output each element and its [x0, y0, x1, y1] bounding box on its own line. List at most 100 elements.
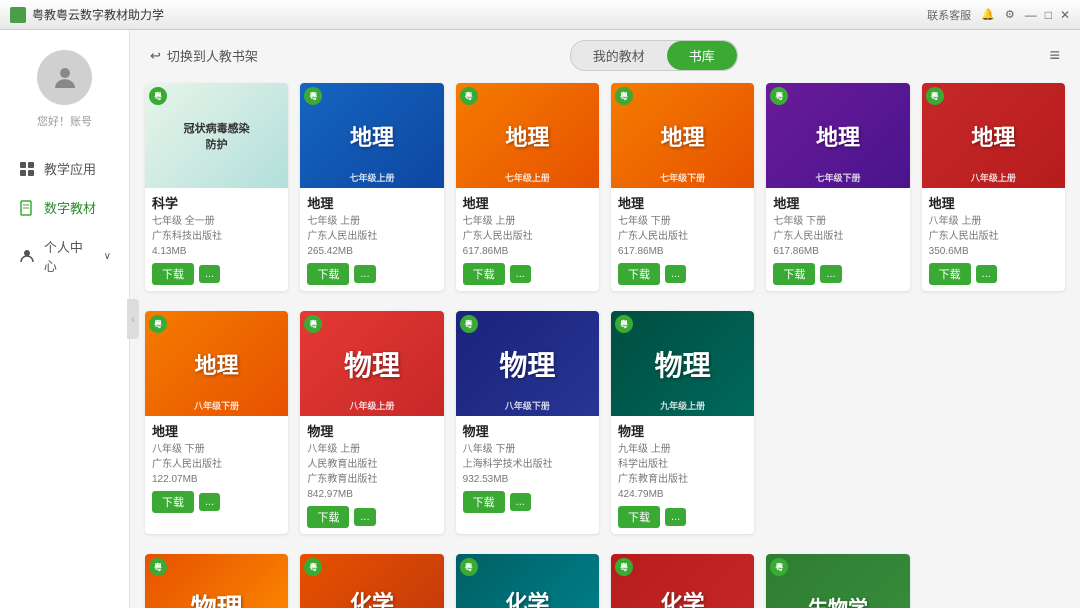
- tab-my-textbooks[interactable]: 我的教材: [571, 41, 667, 70]
- cover-badge: 粤: [926, 87, 944, 105]
- books-grid-row1: 冠状病毒感染防护 粤 科学 七年级 全一册 广东科技出版社 4.13MB 下载 …: [145, 83, 1065, 301]
- username: 您好！账号: [37, 113, 92, 129]
- collapse-handle[interactable]: ‹: [127, 299, 139, 339]
- more-button[interactable]: ...: [510, 265, 531, 283]
- book-actions: 下载 ...: [152, 263, 281, 285]
- minimize-button[interactable]: —: [1025, 8, 1037, 22]
- more-button[interactable]: ...: [199, 265, 220, 283]
- download-button[interactable]: 下载: [773, 263, 815, 285]
- book-title: 物理: [463, 421, 592, 440]
- more-button[interactable]: ...: [354, 508, 375, 526]
- books-grid-row2: 粤 地理 八年级下册 地理 八年级 下册 广东人民出版社 122.07MB 下载…: [145, 311, 1065, 544]
- book-title: 地理: [307, 193, 436, 212]
- book-title: 物理: [618, 421, 747, 440]
- contact-service[interactable]: 联系客服: [927, 7, 971, 23]
- download-button[interactable]: 下载: [307, 263, 349, 285]
- sidebar-menu: 教学应用 数字教材: [0, 149, 129, 285]
- more-button[interactable]: ...: [820, 265, 841, 283]
- download-button[interactable]: 下载: [463, 491, 505, 513]
- book-title: 地理: [773, 193, 902, 212]
- book-icon: [18, 199, 36, 217]
- cover-badge: 粤: [615, 315, 633, 333]
- cover-badge: 粤: [615, 87, 633, 105]
- book-meta: 八年级 上册 广东人民出版社 350.6MB: [929, 214, 1058, 259]
- download-button[interactable]: 下载: [152, 491, 194, 513]
- book-card: 粤 地理 七年级下册 地理 七年级 下册 广东人民出版社 617.86MB 下载…: [766, 83, 909, 291]
- book-meta: 八年级 下册 上海科学技术出版社 932.53MB: [463, 442, 592, 487]
- book-meta: 八年级 上册 人民教育出版社广东教育出版社 842.97MB: [307, 442, 436, 502]
- sidebar-item-digital[interactable]: 数字教材: [0, 188, 129, 227]
- download-button[interactable]: 下载: [618, 506, 660, 528]
- sidebar-item-teaching[interactable]: 教学应用: [0, 149, 129, 188]
- book-card: 粤 化学 HUAXUE 化学 九年级 上册 科学出版社广东教育出版社 2996.…: [456, 554, 599, 608]
- book-meta: 七年级 上册 广东人民出版社 265.42MB: [307, 214, 436, 259]
- more-button[interactable]: ...: [976, 265, 997, 283]
- book-actions: 下载 ...: [307, 263, 436, 285]
- grid-icon: [18, 160, 36, 178]
- back-icon: ↩: [150, 48, 161, 64]
- back-label: 切换到人教书架: [167, 46, 258, 65]
- book-actions: 下载 ...: [618, 506, 747, 528]
- sidebar-item-digital-label: 数字教材: [44, 198, 96, 217]
- more-button[interactable]: ...: [354, 265, 375, 283]
- cover-badge: 粤: [460, 87, 478, 105]
- sidebar-item-profile-label: 个人中心: [44, 237, 96, 275]
- book-info: 地理 七年级 上册 广东人民出版社 265.42MB 下载 ...: [300, 188, 443, 291]
- download-button[interactable]: 下载: [152, 263, 194, 285]
- book-title: 科学: [152, 193, 281, 212]
- book-card: 粤 地理 八年级下册 地理 八年级 下册 广东人民出版社 122.07MB 下载…: [145, 311, 288, 534]
- book-actions: 下载 ...: [463, 491, 592, 513]
- more-button[interactable]: ...: [665, 508, 686, 526]
- book-meta: 七年级 全一册 广东科技出版社 4.13MB: [152, 214, 281, 259]
- cover-badge: 粤: [304, 558, 322, 576]
- sidebar-item-profile[interactable]: 个人中心 ∨: [0, 227, 129, 285]
- book-title: 地理: [618, 193, 747, 212]
- more-button[interactable]: ...: [199, 493, 220, 511]
- book-card: 粤 地理 七年级上册 地理 七年级 上册 广东人民出版社 617.86MB 下载…: [456, 83, 599, 291]
- download-button[interactable]: 下载: [463, 263, 505, 285]
- top-bar: ↩ 切换到人教书架 我的教材 书库 ≡: [145, 40, 1065, 71]
- book-card: 粤 地理 七年级下册 地理 七年级 下册 广东人民出版社 617.86MB 下载…: [611, 83, 754, 291]
- book-card: 粤 生物学 生物 七年级 上册 北京师范大学出版社 1396.15MB 下载 .…: [766, 554, 909, 608]
- title-bar: 粤教粤云数字教材助力学 联系客服 🔔 ⚙ — □ ✕: [0, 0, 1080, 30]
- cover-badge: 粤: [149, 315, 167, 333]
- settings-icon[interactable]: ⚙: [1005, 8, 1015, 21]
- book-info: 地理 七年级 上册 广东人民出版社 617.86MB 下载 ...: [456, 188, 599, 291]
- cover-badge: 粤: [770, 87, 788, 105]
- notification-icon[interactable]: 🔔: [981, 8, 995, 21]
- content-area: ↩ 切换到人教书架 我的教材 书库 ≡ 冠状病毒感染防护: [130, 30, 1080, 608]
- book-meta: 七年级 下册 广东人民出版社 617.86MB: [618, 214, 747, 259]
- book-info: 科学 七年级 全一册 广东科技出版社 4.13MB 下载 ...: [145, 188, 288, 291]
- book-card: 粤 物理 八年级上册 物理 八年级 上册 人民教育出版社广东教育出版社 842.…: [300, 311, 443, 534]
- download-button[interactable]: 下载: [618, 263, 660, 285]
- book-meta: 七年级 下册 广东人民出版社 617.86MB: [773, 214, 902, 259]
- book-info: 地理 七年级 下册 广东人民出版社 617.86MB 下载 ...: [766, 188, 909, 291]
- cover-badge: 粤: [615, 558, 633, 576]
- book-info: 物理 九年级 上册 科学出版社广东教育出版社 424.79MB 下载 ...: [611, 416, 754, 534]
- cover-badge: 粤: [149, 558, 167, 576]
- book-meta: 八年级 下册 广东人民出版社 122.07MB: [152, 442, 281, 487]
- close-button[interactable]: ✕: [1060, 8, 1070, 22]
- books-grid-row3: 粤 物理 九年级下册 物理 九年级 下册 上海科学技术出版社广东教育出版社 96…: [145, 554, 1065, 608]
- book-info: 地理 八年级 下册 广东人民出版社 122.07MB 下载 ...: [145, 416, 288, 519]
- more-button[interactable]: ...: [665, 265, 686, 283]
- back-button[interactable]: ↩ 切换到人教书架: [150, 46, 258, 65]
- cover-badge: 粤: [460, 558, 478, 576]
- sidebar: 您好！账号 教学应用: [0, 30, 130, 608]
- book-card: 粤 地理 八年级上册 地理 八年级 上册 广东人民出版社 350.6MB 下载 …: [922, 83, 1065, 291]
- book-info: 物理 八年级 上册 人民教育出版社广东教育出版社 842.97MB 下载 ...: [300, 416, 443, 534]
- book-title: 地理: [463, 193, 592, 212]
- download-button[interactable]: 下载: [929, 263, 971, 285]
- sidebar-item-teaching-label: 教学应用: [44, 159, 96, 178]
- cover-badge: 粤: [460, 315, 478, 333]
- user-icon: [18, 247, 36, 265]
- more-button[interactable]: ...: [510, 493, 531, 511]
- tab-library[interactable]: 书库: [667, 41, 737, 70]
- book-actions: 下载 ...: [773, 263, 902, 285]
- download-button[interactable]: 下载: [307, 506, 349, 528]
- list-view-icon[interactable]: ≡: [1049, 45, 1060, 66]
- book-info: 地理 七年级 下册 广东人民出版社 617.86MB 下载 ...: [611, 188, 754, 291]
- app-title: 粤教粤云数字教材助力学: [32, 6, 164, 23]
- maximize-button[interactable]: □: [1045, 8, 1052, 22]
- book-info: 地理 八年级 上册 广东人民出版社 350.6MB 下载 ...: [922, 188, 1065, 291]
